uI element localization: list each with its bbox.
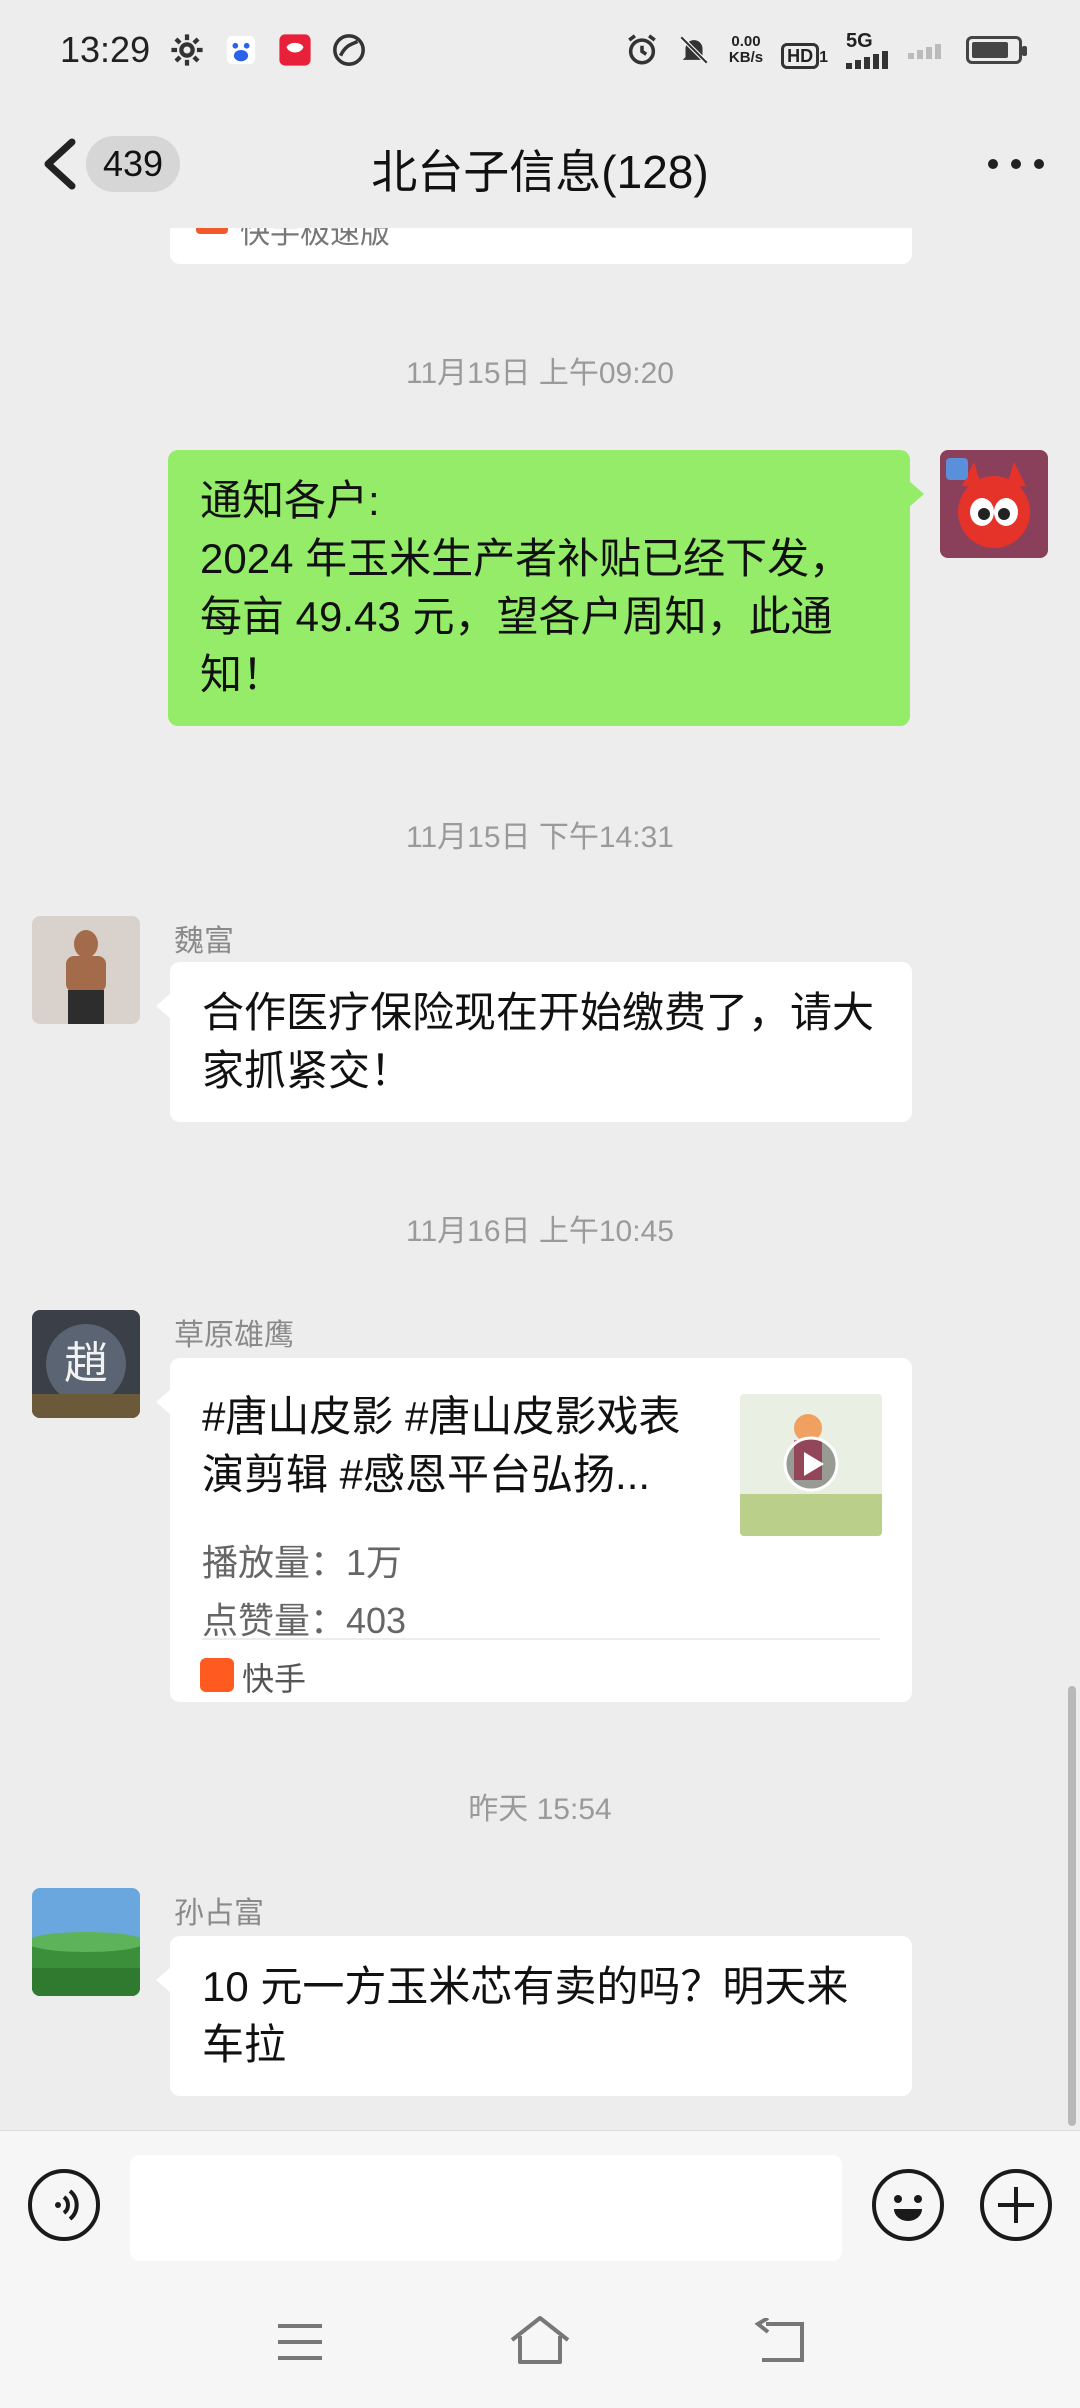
svg-text:趙: 趙 [64, 1338, 108, 1389]
smile-icon [894, 2195, 922, 2221]
video-plays: 播放量：1万 [202, 1542, 403, 1583]
hd-badge: HD 1 [781, 29, 828, 71]
input-bar [0, 2130, 1080, 2280]
sender-name: 孙占富 [174, 1897, 264, 1930]
menu-icon[interactable] [276, 2322, 324, 2362]
message-input[interactable] [130, 2155, 842, 2261]
scrollbar[interactable] [1068, 1686, 1076, 2126]
timestamp: 11月15日 下午14:31 [406, 821, 674, 854]
system-navigation-bar [0, 2280, 1080, 2408]
sender-avatar[interactable]: 趙 [32, 1310, 140, 1418]
sender-name: 魏富 [174, 925, 234, 958]
leaf-app-icon [333, 34, 366, 66]
video-title: #唐山皮影 #唐山皮影戏表演剪辑 #感恩平台弘扬... [202, 1393, 681, 1498]
settings-icon [171, 34, 203, 66]
mute-icon [679, 35, 709, 65]
my-avatar[interactable] [940, 450, 1048, 558]
video-share-card[interactable]: #唐山皮影 #唐山皮影戏表演剪辑 #感恩平台弘扬... 播放量：1万 点赞量：4… [156, 1358, 912, 1702]
status-bar: 13:29 0.00 KB/s HD 1 5G [0, 0, 1080, 100]
sender-avatar[interactable] [32, 1888, 140, 1996]
plus-icon [998, 2187, 1034, 2223]
message-text: 合作医疗保险现在开始缴费了，请大家抓紧交！ [202, 989, 875, 1094]
signal-bars-icon [846, 51, 888, 69]
timestamp: 昨天 15:54 [468, 1793, 612, 1826]
home-icon[interactable] [508, 2314, 572, 2366]
emoji-button[interactable] [872, 2169, 944, 2241]
network-speed: 0.00 KB/s [728, 33, 764, 66]
message-bubble[interactable]: 合作医疗保险现在开始缴费了，请大家抓紧交！ [156, 962, 912, 1122]
battery-icon [966, 36, 1027, 64]
video-likes: 点赞量：403 [202, 1600, 407, 1641]
message-list[interactable]: 快手极速版 11月15日 上午09:20 通知各户: 2024 年玉米生产者补贴… [0, 228, 1080, 2130]
status-time: 13:29 [60, 29, 151, 70]
kuaishou-lite-icon [196, 228, 228, 234]
kuaishou-icon [200, 1658, 234, 1692]
timestamp: 11月16日 上午10:45 [406, 1215, 674, 1248]
red-app-icon [279, 34, 311, 66]
sender-name: 草原雄鹰 [174, 1319, 294, 1352]
baidu-app-icon [226, 35, 256, 65]
signal-bars-secondary-icon [908, 44, 941, 59]
sender-avatar[interactable] [32, 916, 140, 1024]
back-nav-icon[interactable] [754, 2318, 806, 2364]
chat-title: 北台子信息(128) [371, 146, 709, 198]
message-text: 10 元一方玉米芯有卖的吗？明天来车拉 [202, 1963, 849, 2068]
signal-5g: 5G [846, 31, 890, 69]
message-bubble[interactable]: 10 元一方玉米芯有卖的吗？明天来车拉 [156, 1936, 912, 2096]
more-options-icon[interactable] [988, 146, 1044, 182]
add-more-button[interactable] [980, 2169, 1052, 2241]
card-source-label: 快手极速版 [240, 228, 390, 250]
message-bubble-mine[interactable]: 通知各户: 2024 年玉米生产者补贴已经下发，每亩 49.43 元，望各户周知… [168, 450, 924, 726]
video-source: 快手 [242, 1661, 307, 1697]
voice-input-button[interactable] [28, 2169, 100, 2241]
shared-card-partial[interactable]: 快手极速版 [170, 228, 912, 264]
message-text: 通知各户: 2024 年玉米生产者补贴已经下发，每亩 49.43 元，望各户周知… [200, 477, 852, 698]
chat-header: 439 北台子信息(128) [0, 100, 1080, 228]
alarm-icon [628, 34, 656, 65]
timestamp: 11月15日 上午09:20 [406, 357, 674, 390]
video-thumbnail[interactable] [740, 1394, 882, 1536]
voice-icon [55, 2189, 79, 2221]
